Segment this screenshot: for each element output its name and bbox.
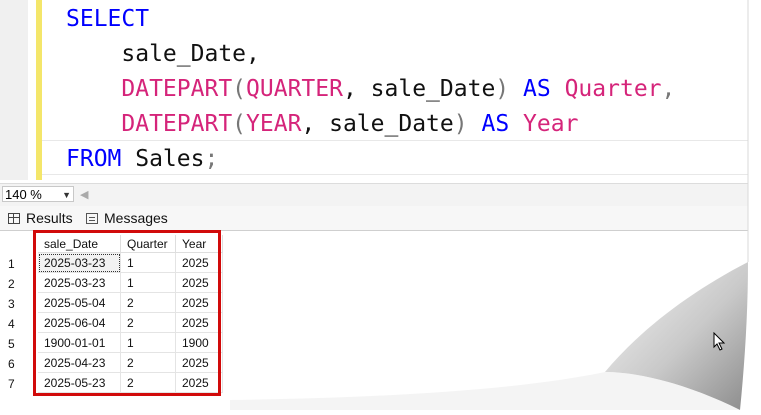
mouse-cursor-icon: [713, 332, 726, 351]
page-curl-decoration: [230, 0, 761, 415]
